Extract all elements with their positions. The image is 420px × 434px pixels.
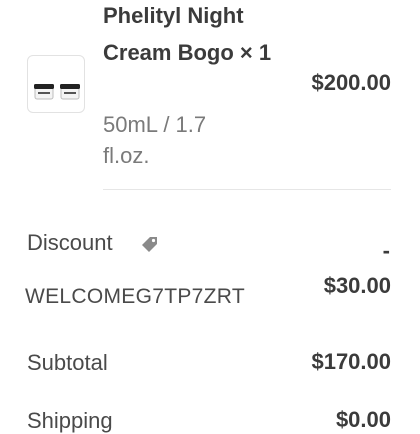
product-thumbnail — [27, 55, 85, 113]
shipping-value: $0.00 — [335, 407, 391, 432]
discount-minus-sign: - — [382, 238, 390, 263]
shipping-label: Shipping — [27, 408, 113, 433]
product-variant: 50mL / 1.7 fl.oz. — [103, 112, 207, 168]
cream-jars-icon — [34, 84, 80, 100]
product-price: $200.00 — [311, 70, 391, 95]
discount-amount: $30.00 — [323, 273, 391, 298]
section-divider — [103, 189, 391, 190]
discount-label: Discount — [27, 230, 113, 255]
tag-icon — [142, 237, 157, 252]
discount-code: WELCOMEG7TP7ZRT — [25, 285, 245, 308]
product-name: Phelityl Night Cream Bogo × 1 — [103, 3, 272, 65]
subtotal-label: Subtotal — [27, 350, 108, 375]
subtotal-value: $170.00 — [311, 349, 391, 374]
